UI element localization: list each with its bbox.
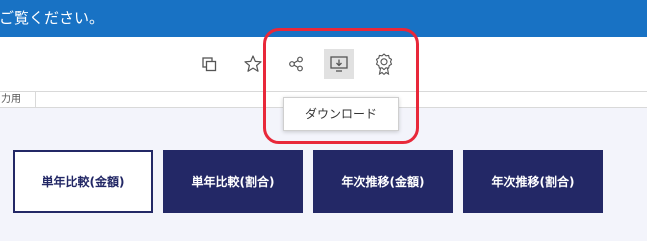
toolbar	[0, 37, 647, 91]
nav-button-annual-trend-ratio[interactable]: 年次推移(割合)	[463, 150, 603, 213]
sub-strip-label: 力用	[1, 94, 21, 105]
star-icon[interactable]	[238, 49, 268, 79]
share-icon[interactable]	[281, 49, 311, 79]
nav-button-single-year-ratio[interactable]: 単年比較(割合)	[163, 150, 303, 213]
copy-icon[interactable]	[194, 49, 224, 79]
strip-divider	[35, 92, 36, 107]
banner-text: ご覧ください。	[0, 9, 105, 27]
nav-button-annual-trend-amount[interactable]: 年次推移(金額)	[313, 150, 453, 213]
download-tooltip: ダウンロード	[283, 97, 399, 131]
badge-icon[interactable]	[369, 49, 399, 79]
nav-button-single-year-amount[interactable]: 単年比較(金額)	[13, 150, 153, 213]
download-icon[interactable]	[324, 49, 354, 79]
top-banner: ご覧ください。	[0, 0, 647, 37]
